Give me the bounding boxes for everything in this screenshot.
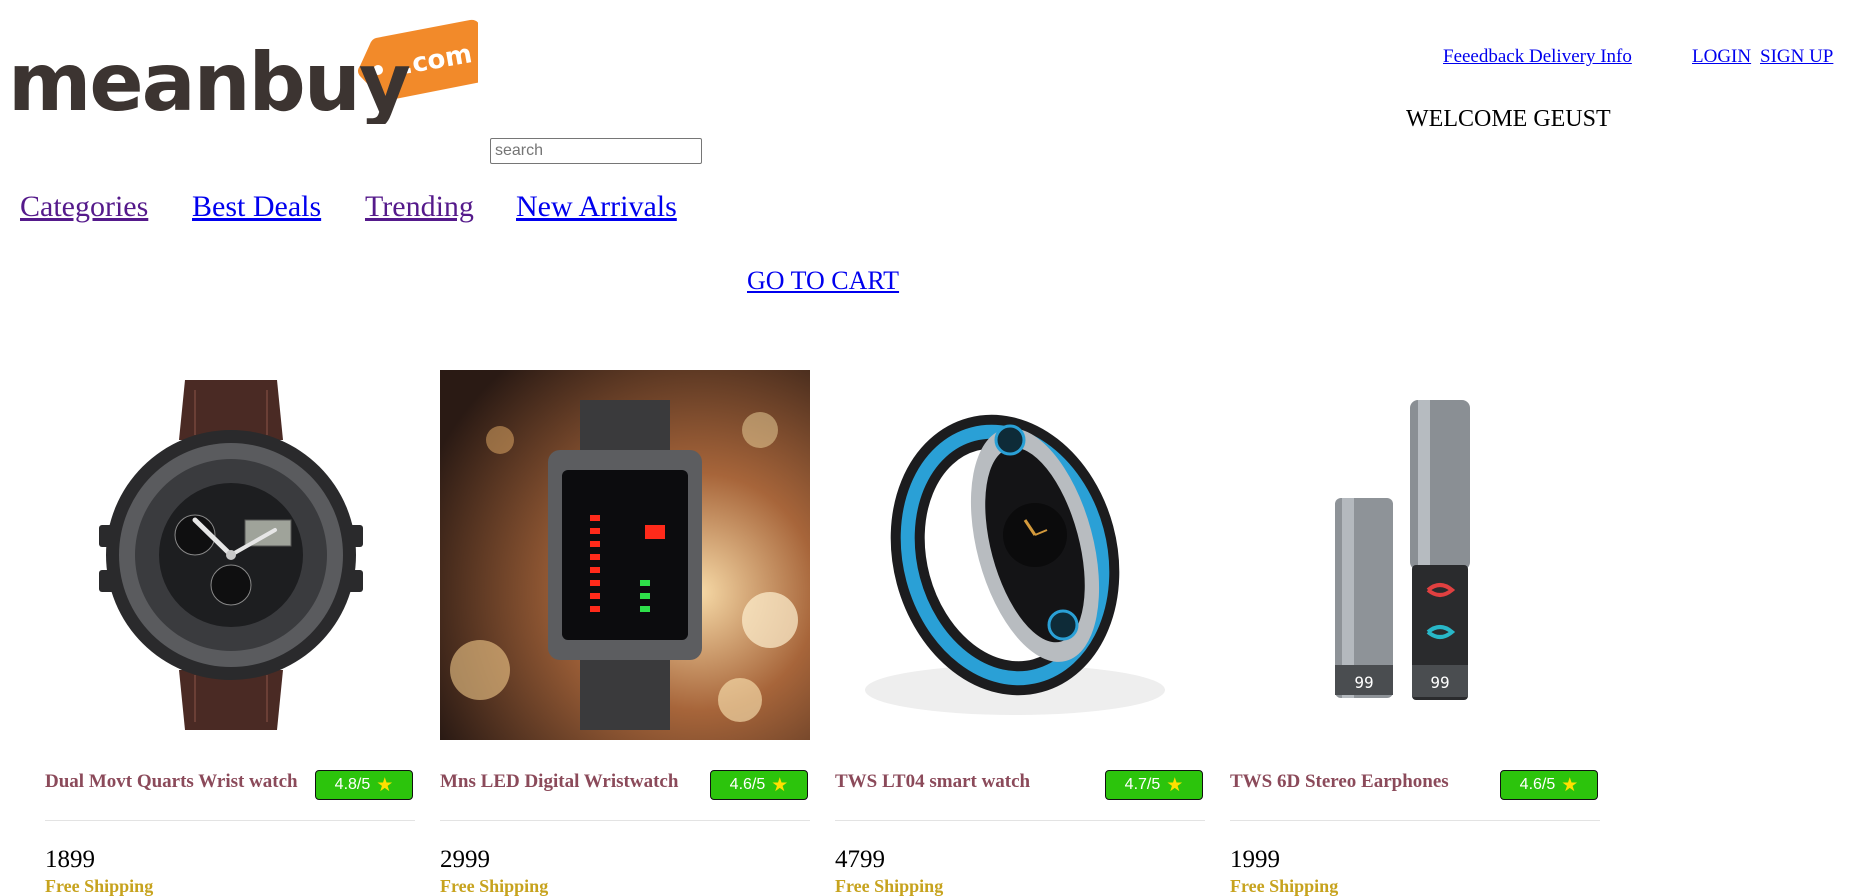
product-image[interactable] [45, 370, 415, 740]
product-price: 2999 [440, 846, 490, 873]
nav-categories[interactable]: Categories [20, 190, 148, 224]
rating-badge[interactable]: 4.6/5 ★ [1500, 770, 1598, 800]
logo[interactable]: .com meanbuy [8, 14, 478, 124]
led-watch-image [440, 370, 810, 740]
rating-value: 4.8/5 [334, 776, 371, 793]
star-icon: ★ [376, 774, 394, 796]
login-link-wrap: LOGIN [1692, 46, 1751, 68]
login-link[interactable]: LOGIN [1692, 46, 1751, 67]
shipping-label: Free Shipping [1230, 876, 1339, 896]
star-icon: ★ [1166, 774, 1184, 796]
signup-link[interactable]: SIGN UP [1760, 46, 1833, 67]
rating-value: 4.7/5 [1124, 776, 1161, 793]
logo-graphic: .com meanbuy [8, 19, 478, 124]
rating-value: 4.6/5 [1519, 776, 1556, 793]
star-icon: ★ [1561, 774, 1579, 796]
shipping-label: Free Shipping [440, 876, 549, 896]
nav-trending[interactable]: Trending [365, 190, 474, 224]
welcome-message: WELCOME GEUST [1406, 106, 1611, 132]
product-image[interactable] [835, 370, 1205, 740]
product-price: 1899 [45, 846, 95, 873]
product-card[interactable]: 99 99 TWS 6D Stereo Earphones 4.6/5 ★ 19… [1230, 370, 1600, 896]
product-name[interactable]: Mns LED Digital Wristwatch [440, 771, 678, 793]
signup-link-wrap: SIGN UP [1760, 46, 1833, 68]
product-name[interactable]: Dual Movt Quarts Wrist watch [45, 771, 298, 793]
feedback-link-wrap: Feeedback Delivery Info [1443, 46, 1632, 68]
page: .com meanbuy Feeedback Delivery Info LOG… [0, 0, 1860, 896]
product-price: 4799 [835, 846, 885, 873]
divider [1230, 820, 1600, 821]
nav-new-arrivals[interactable]: New Arrivals [516, 190, 677, 224]
divider [440, 820, 810, 821]
product-card[interactable]: Dual Movt Quarts Wrist watch 4.8/5 ★ 189… [45, 370, 415, 896]
rating-badge[interactable]: 4.7/5 ★ [1105, 770, 1203, 800]
product-price: 1999 [1230, 846, 1280, 873]
smart-watch-image [835, 370, 1205, 740]
shipping-label: Free Shipping [835, 876, 944, 896]
star-icon: ★ [771, 774, 789, 796]
logo-wordmark: meanbuy [8, 36, 410, 124]
product-name[interactable]: TWS LT04 smart watch [835, 771, 1030, 793]
svg-text:99: 99 [1354, 673, 1373, 692]
go-to-cart-link[interactable]: GO TO CART [747, 266, 899, 296]
product-name[interactable]: TWS 6D Stereo Earphones [1230, 771, 1449, 793]
shipping-label: Free Shipping [45, 876, 154, 896]
earphones-image: 99 99 [1230, 370, 1600, 740]
product-image[interactable]: 99 99 [1230, 370, 1600, 740]
divider [45, 820, 415, 821]
search-input[interactable] [490, 138, 702, 164]
divider [835, 820, 1205, 821]
rating-badge[interactable]: 4.8/5 ★ [315, 770, 413, 800]
wristwatch-image [45, 370, 415, 740]
rating-badge[interactable]: 4.6/5 ★ [710, 770, 808, 800]
svg-text:99: 99 [1430, 673, 1449, 692]
nav-best-deals[interactable]: Best Deals [192, 190, 321, 224]
rating-value: 4.6/5 [729, 776, 766, 793]
product-card[interactable]: TWS LT04 smart watch 4.7/5 ★ 4799 Free S… [835, 370, 1205, 896]
feedback-delivery-link[interactable]: Feeedback Delivery Info [1443, 46, 1632, 67]
product-image[interactable] [440, 370, 810, 740]
product-card[interactable]: Mns LED Digital Wristwatch 4.6/5 ★ 2999 … [440, 370, 810, 896]
